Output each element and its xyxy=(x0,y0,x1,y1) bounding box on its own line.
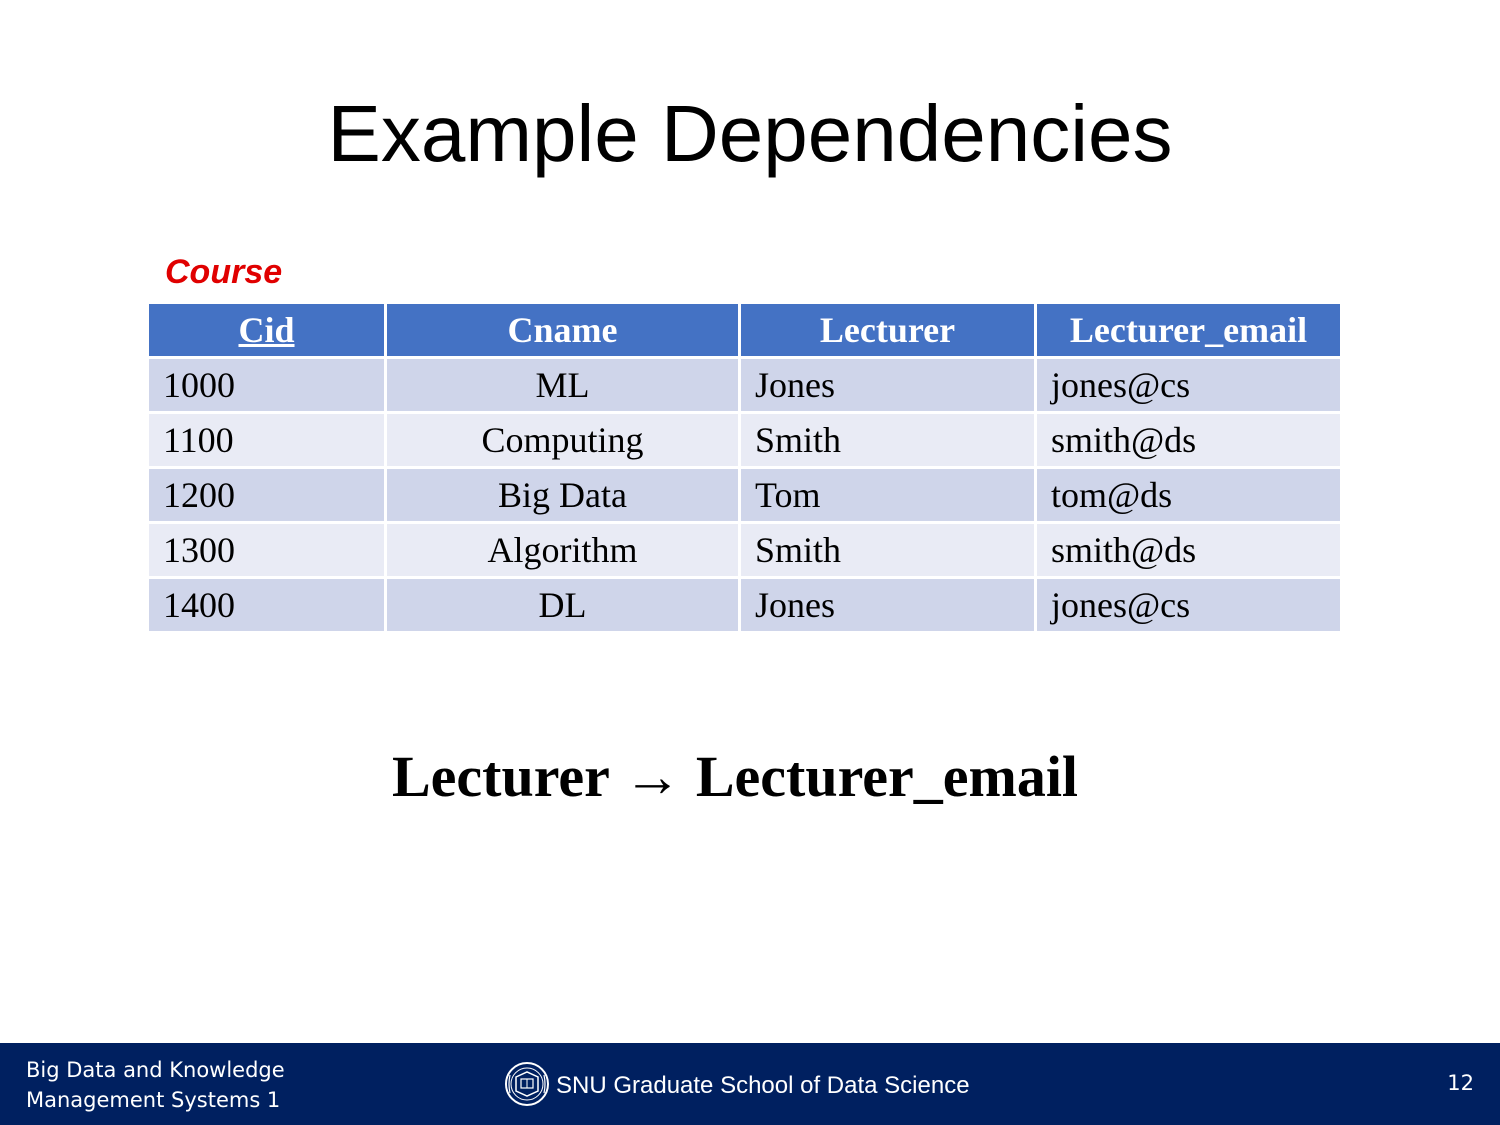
footer-course-name: Big Data and Knowledge Management System… xyxy=(26,1055,285,1115)
table-row: 1000 ML Jones jones@cs xyxy=(146,356,1343,414)
cell-cname: ML xyxy=(384,356,741,414)
cell-lecturer: Jones xyxy=(738,576,1037,634)
table-caption: Course xyxy=(165,253,283,291)
functional-dependency: Lecturer → Lecturer_email xyxy=(391,744,1079,809)
footer-organization: SNU Graduate School of Data Science xyxy=(502,1061,970,1112)
footer-organization-name: SNU Graduate School of Data Science xyxy=(556,1072,970,1099)
slide-title: Example Dependencies xyxy=(327,89,1173,178)
table-row: 1300 Algorithm Smith smith@ds xyxy=(146,521,1343,579)
cell-lecturer: Tom xyxy=(738,466,1037,524)
cell-cname: Computing xyxy=(384,411,741,469)
cell-lecturer-email: jones@cs xyxy=(1034,576,1343,634)
cell-cid: 1000 xyxy=(146,356,387,414)
column-header-lecturer: Lecturer xyxy=(738,301,1037,359)
cell-lecturer-email: tom@ds xyxy=(1034,466,1343,524)
column-header-lecturer-email: Lecturer_email xyxy=(1034,301,1343,359)
column-header-cid: Cid xyxy=(146,301,387,359)
cell-cname: DL xyxy=(384,576,741,634)
cell-cid: 1300 xyxy=(146,521,387,579)
cell-lecturer: Smith xyxy=(738,521,1037,579)
footer-bar: Big Data and Knowledge Management System… xyxy=(0,1043,1500,1125)
cell-lecturer: Jones xyxy=(738,356,1037,414)
footer-course-line-1: Big Data and Knowledge xyxy=(26,1058,285,1082)
cell-lecturer-email: jones@cs xyxy=(1034,356,1343,414)
cell-cid: 1100 xyxy=(146,411,387,469)
table-header-row: Cid Cname Lecturer Lecturer_email xyxy=(146,301,1343,359)
table-row: 1400 DL Jones jones@cs xyxy=(146,576,1343,634)
footer-course-line-2: Management Systems 1 xyxy=(26,1088,281,1112)
cell-lecturer: Smith xyxy=(738,411,1037,469)
cell-cid: 1400 xyxy=(146,576,387,634)
table-row: 1200 Big Data Tom tom@ds xyxy=(146,466,1343,524)
table-row: 1100 Computing Smith smith@ds xyxy=(146,411,1343,469)
cell-lecturer-email: smith@ds xyxy=(1034,411,1343,469)
course-table: Cid Cname Lecturer Lecturer_email 1000 M… xyxy=(146,301,1343,634)
cell-cid: 1200 xyxy=(146,466,387,524)
cell-cname: Big Data xyxy=(384,466,741,524)
cell-lecturer-email: smith@ds xyxy=(1034,521,1343,579)
footer-page-number: 12 xyxy=(1447,1071,1474,1095)
column-header-cname: Cname xyxy=(384,301,741,359)
snu-emblem-icon xyxy=(502,1061,552,1112)
cell-cname: Algorithm xyxy=(384,521,741,579)
